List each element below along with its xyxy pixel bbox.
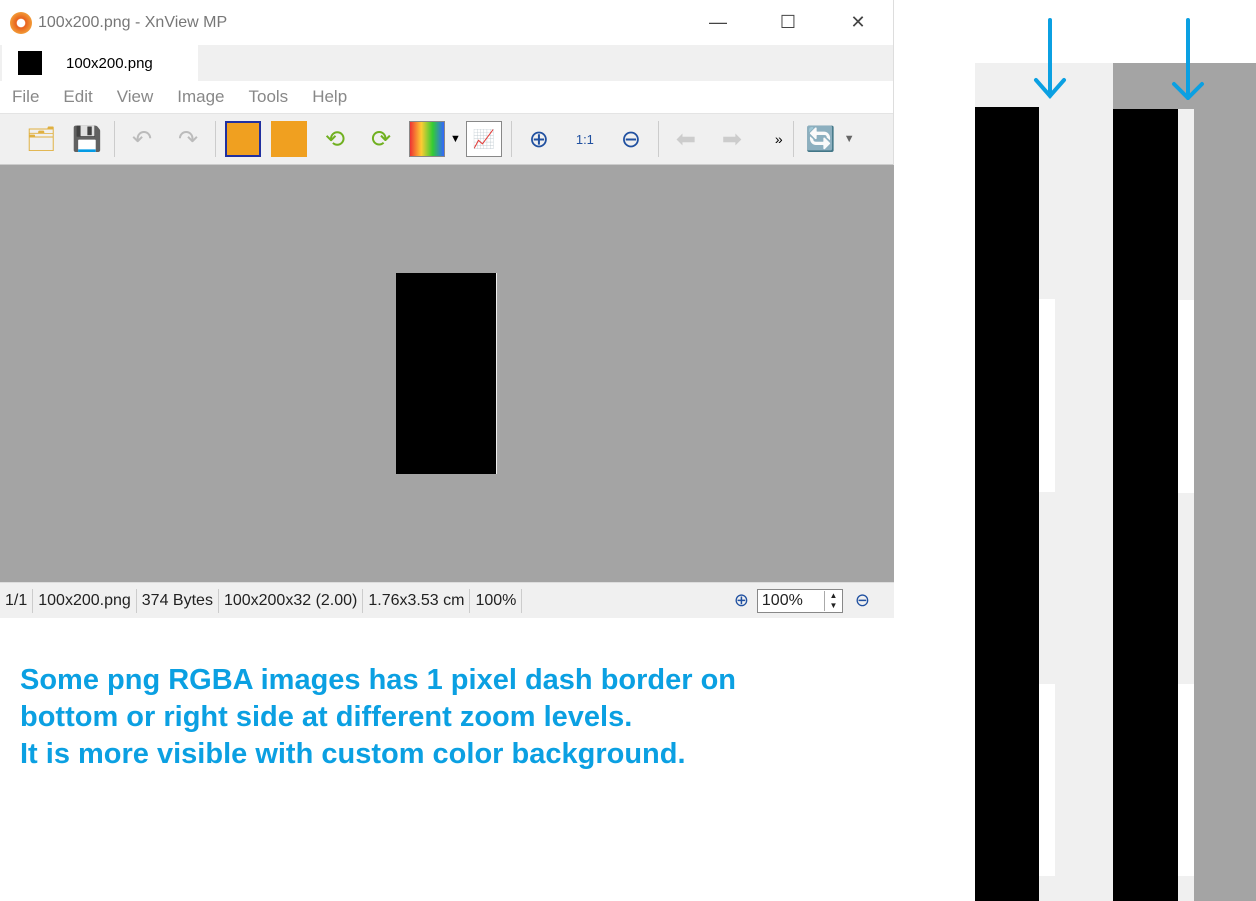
note-line: Some png RGBA images has 1 pixel dash bo… [20, 664, 737, 696]
menu-file[interactable]: File [12, 87, 39, 107]
dash-segment [1178, 300, 1194, 493]
tab-label: 100x200.png [66, 54, 153, 72]
resize-icon[interactable] [271, 121, 307, 157]
status-zoom: 100% [470, 588, 523, 613]
zoom-out-icon[interactable]: ⊖ [855, 590, 870, 611]
thumbnail-icon [18, 51, 42, 75]
toolbar-overflow-button[interactable]: » [775, 131, 783, 147]
xnview-window: 100x200.png - XnView MP — ☐ ✕ 100x200.pn… [0, 0, 894, 618]
zoom-actual-icon[interactable]: 1:1 [567, 121, 603, 157]
zoom-out-icon[interactable]: ⊖ [613, 121, 649, 157]
close-button[interactable]: ✕ [823, 12, 893, 33]
black-image-zoomed [1113, 109, 1178, 901]
rotate-right-icon[interactable]: ⟳ [363, 121, 399, 157]
levels-icon[interactable]: 📈 [465, 121, 502, 157]
next-icon[interactable]: ➡ [714, 121, 750, 157]
status-dimensions: 100x200x32 (2.00) [219, 588, 364, 613]
rotate-left-icon[interactable]: ⟲ [317, 121, 353, 157]
status-filename: 100x200.png [33, 588, 137, 613]
menu-bar: File Edit View Image Tools Help [0, 81, 893, 113]
displayed-image [396, 273, 497, 474]
dropdown-arrow-icon[interactable]: ▼ [844, 133, 855, 145]
undo-icon[interactable]: ↶ [124, 121, 160, 157]
menu-view[interactable]: View [117, 87, 154, 107]
title-bar: 100x200.png - XnView MP — ☐ ✕ [0, 0, 893, 45]
tab-bar: 100x200.png [0, 45, 893, 81]
zoom-value: 100% [761, 591, 803, 609]
dropdown-arrow-icon[interactable]: ▼ [450, 133, 461, 145]
redo-icon[interactable]: ↷ [170, 121, 206, 157]
annotation-text: Some png RGBA images has 1 pixel dash bo… [20, 662, 736, 773]
save-icon[interactable]: 💾 [69, 121, 105, 157]
black-image-zoomed [975, 107, 1039, 901]
dash-segment [1178, 684, 1194, 876]
note-line: bottom or right side at different zoom l… [20, 701, 633, 733]
color-adjust-icon[interactable] [409, 121, 445, 157]
window-title: 100x200.png - XnView MP [38, 13, 228, 31]
zoom-in-icon[interactable]: ⊕ [521, 121, 557, 157]
toolbar: 🗂 💾 ↶ ↷ ⟲ ⟳ ▼ 📈 ⊕ 1:1 ⊖ ⬅ ➡ » 🔄 ▼ [0, 113, 893, 165]
browser-icon[interactable]: 🗂 [23, 121, 59, 157]
previous-icon[interactable]: ⬅ [668, 121, 704, 157]
menu-help[interactable]: Help [312, 87, 347, 107]
zoom-input[interactable]: 100% ▲ ▼ [756, 588, 843, 613]
zoom-in-icon[interactable]: ⊕ [734, 590, 749, 611]
status-bar: 1/1 100x200.png 374 Bytes 100x200x32 (2.… [0, 582, 894, 618]
batch-convert-icon[interactable]: 🔄 [803, 121, 839, 157]
status-index: 1/1 [0, 588, 34, 613]
dash-segment [1039, 684, 1055, 876]
arrow-down-icon [1172, 18, 1204, 100]
note-line: It is more visible with custom color bac… [20, 738, 686, 770]
status-physical-size: 1.76x3.53 cm [363, 588, 471, 613]
minimize-button[interactable]: — [683, 12, 753, 33]
app-logo-icon [10, 11, 32, 34]
menu-image[interactable]: Image [177, 87, 224, 107]
arrow-down-icon [1034, 18, 1066, 100]
crop-icon[interactable] [225, 121, 261, 157]
zoom-spinner[interactable]: ▲ ▼ [823, 590, 842, 611]
dash-segment [1039, 299, 1055, 492]
maximize-button[interactable]: ☐ [753, 12, 823, 33]
menu-tools[interactable]: Tools [249, 87, 289, 107]
status-filesize: 374 Bytes [137, 588, 219, 613]
image-canvas[interactable] [0, 165, 894, 582]
tab-image[interactable]: 100x200.png [2, 45, 198, 81]
menu-edit[interactable]: Edit [63, 87, 92, 107]
